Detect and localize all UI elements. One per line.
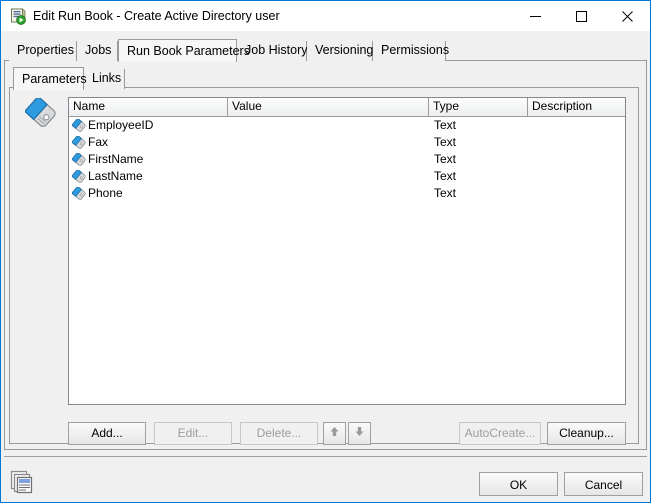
column-header-value[interactable]: Value xyxy=(228,98,429,116)
move-down-button[interactable] xyxy=(348,422,371,445)
cell-description xyxy=(528,117,625,134)
tag-icon xyxy=(71,117,87,133)
inner-tab-parameters[interactable]: Parameters xyxy=(13,67,87,90)
tag-icon xyxy=(71,134,87,150)
tab-label: Jobs xyxy=(85,43,112,57)
tab-label: Job History xyxy=(245,43,308,57)
cell-description xyxy=(528,151,625,168)
cell-name-label: EmployeeID xyxy=(88,118,154,132)
cell-type: Text xyxy=(434,118,457,132)
cell-type: Text xyxy=(434,135,457,149)
parameters-list[interactable]: Name Value Type Description EmployeeID Te… xyxy=(68,97,626,405)
cell-type: Text xyxy=(434,186,457,200)
delete-button[interactable]: Delete... xyxy=(240,422,318,445)
arrow-down-icon xyxy=(349,423,370,444)
autocreate-button[interactable]: AutoCreate... xyxy=(459,422,541,445)
minimize-icon xyxy=(512,11,558,22)
edit-button[interactable]: Edit... xyxy=(154,422,232,445)
cell-description xyxy=(528,185,625,202)
tab-label: Versioning xyxy=(315,43,374,57)
cell-value xyxy=(228,185,429,202)
copy-windows-icon[interactable] xyxy=(9,469,35,495)
table-row[interactable]: FirstName Text xyxy=(69,151,625,168)
table-row[interactable]: Fax Text xyxy=(69,134,625,151)
list-header-row: Name Value Type Description xyxy=(69,98,625,117)
runbook-icon xyxy=(10,8,27,25)
cell-value xyxy=(228,134,429,151)
table-row[interactable]: EmployeeID Text xyxy=(69,117,625,134)
cell-name-label: Phone xyxy=(88,186,123,200)
cell-value xyxy=(228,168,429,185)
column-header-description[interactable]: Description xyxy=(528,98,625,116)
cell-name: FirstName xyxy=(69,151,228,168)
tab-label: Properties xyxy=(17,43,74,57)
cell-description xyxy=(528,168,625,185)
inner-tab-links[interactable]: Links xyxy=(84,69,125,89)
tab-label: Run Book Parameters xyxy=(127,44,250,58)
dialog-window: Edit Run Book - Create Active Directory … xyxy=(0,0,651,503)
tab-strip: Properties Jobs Run Book Parameters Job … xyxy=(9,39,643,62)
cell-name-label: Fax xyxy=(88,135,109,149)
cell-value xyxy=(228,117,429,134)
tag-icon xyxy=(23,95,61,130)
ok-button[interactable]: OK xyxy=(479,472,558,496)
title-bar: Edit Run Book - Create Active Directory … xyxy=(1,1,650,31)
close-button[interactable] xyxy=(604,1,650,31)
footer-separator xyxy=(4,456,647,457)
table-row[interactable]: Phone Text xyxy=(69,185,625,202)
cancel-button[interactable]: Cancel xyxy=(564,472,643,496)
tag-icon xyxy=(71,185,87,201)
cell-name-label: LastName xyxy=(88,169,143,183)
close-icon xyxy=(604,10,650,22)
column-header-type[interactable]: Type xyxy=(429,98,528,116)
tab-versioning[interactable]: Versioning xyxy=(307,41,373,61)
cell-description xyxy=(528,134,625,151)
column-header-name[interactable]: Name xyxy=(69,98,228,116)
tab-label: Permissions xyxy=(381,43,450,57)
cell-value xyxy=(228,151,429,168)
window-title: Edit Run Book - Create Active Directory … xyxy=(33,9,280,23)
inner-tab-label: Parameters xyxy=(22,72,87,86)
move-up-button[interactable] xyxy=(323,422,346,445)
inner-tab-label: Links xyxy=(92,71,122,85)
cleanup-button[interactable]: Cleanup... xyxy=(547,422,626,445)
maximize-icon xyxy=(558,10,604,22)
cell-name: Phone xyxy=(69,185,228,202)
tab-jobs[interactable]: Jobs xyxy=(77,41,118,61)
add-button[interactable]: Add... xyxy=(68,422,146,445)
cell-type: Text xyxy=(434,169,457,183)
tab-permissions[interactable]: Permissions xyxy=(373,41,450,61)
inner-tab-strip: Parameters Links xyxy=(13,67,633,90)
tab-properties[interactable]: Properties xyxy=(9,41,77,61)
cell-name: EmployeeID xyxy=(69,117,228,134)
table-row[interactable]: LastName Text xyxy=(69,168,625,185)
maximize-button[interactable] xyxy=(558,1,604,31)
tag-icon xyxy=(71,151,87,167)
cell-type: Text xyxy=(434,152,457,166)
arrow-up-icon xyxy=(324,423,345,444)
tab-run-book-parameters[interactable]: Run Book Parameters xyxy=(118,39,250,62)
cell-name: LastName xyxy=(69,168,228,185)
cell-name-label: FirstName xyxy=(88,152,144,166)
list-body: EmployeeID Text Fax Text FirstName Text LastNa… xyxy=(69,117,625,202)
cell-name: Fax xyxy=(69,134,228,151)
tag-icon xyxy=(71,168,87,184)
minimize-button[interactable] xyxy=(512,1,558,31)
